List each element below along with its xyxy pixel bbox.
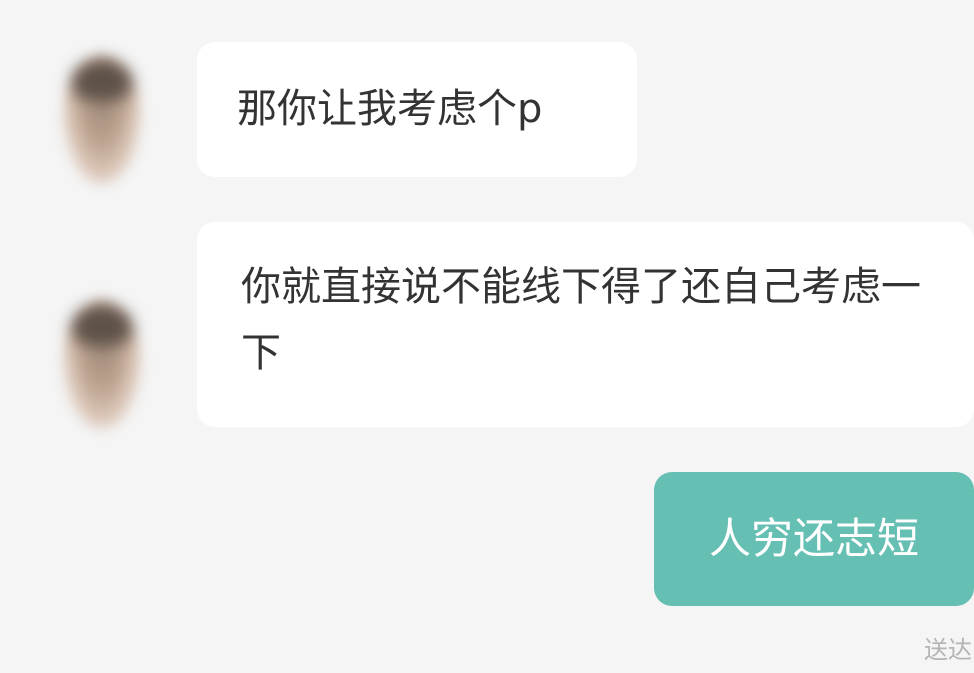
- message-bubble-incoming[interactable]: 那你让我考虑个p: [197, 42, 637, 177]
- chat-window: 那你让我考虑个p 你就直接说不能线下得了还自己考虑一下 人穷还志短 送达: [0, 0, 974, 673]
- delivery-status: 送达: [924, 636, 972, 664]
- message-text: 你就直接说不能线下得了还自己考虑一下: [241, 264, 921, 376]
- contact-avatar[interactable]: [62, 55, 142, 185]
- message-bubble-outgoing[interactable]: 人穷还志短: [654, 472, 974, 606]
- message-text: 那你让我考虑个p: [237, 86, 543, 132]
- message-bubble-incoming[interactable]: 你就直接说不能线下得了还自己考虑一下: [197, 222, 974, 427]
- contact-avatar[interactable]: [62, 300, 142, 430]
- message-text: 人穷还志短: [708, 514, 919, 563]
